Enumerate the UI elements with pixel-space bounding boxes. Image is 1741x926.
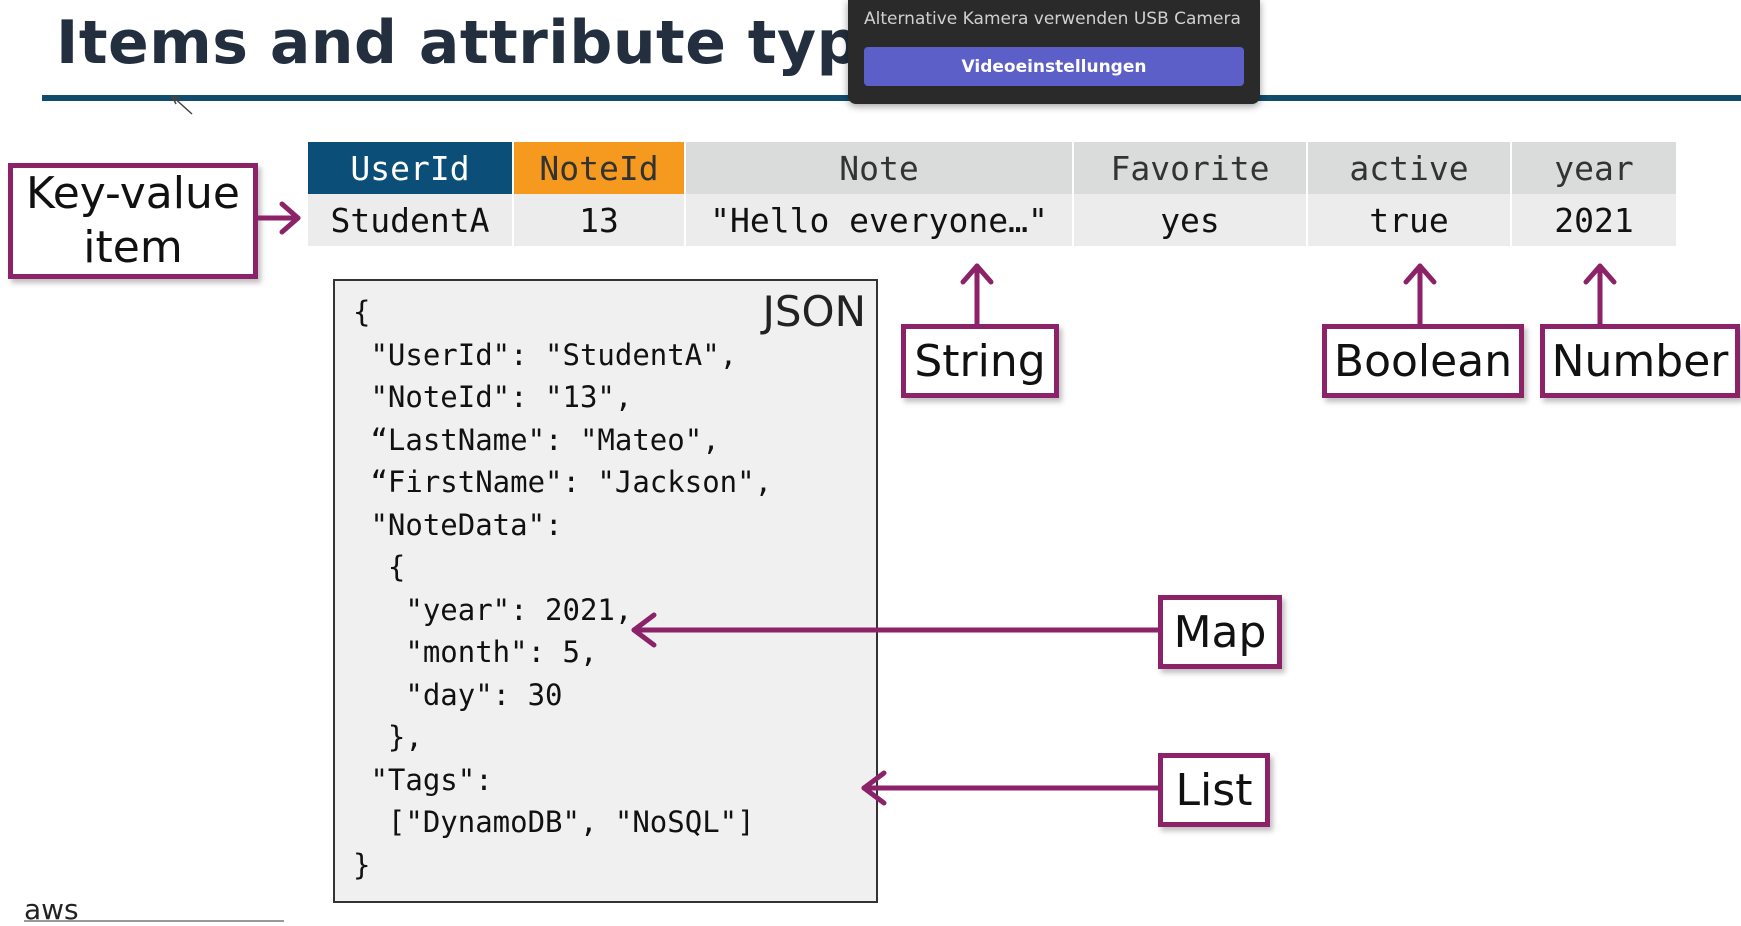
footer-line [24,920,284,922]
list-arrow-icon [861,770,1161,806]
number-arrow-icon [1583,263,1617,327]
kv-arrow-icon [255,201,301,235]
map-arrow-icon [631,612,1161,648]
annotation-arrows [255,201,1617,806]
boolean-arrow-icon [1403,263,1437,327]
string-arrow-icon [960,263,994,327]
